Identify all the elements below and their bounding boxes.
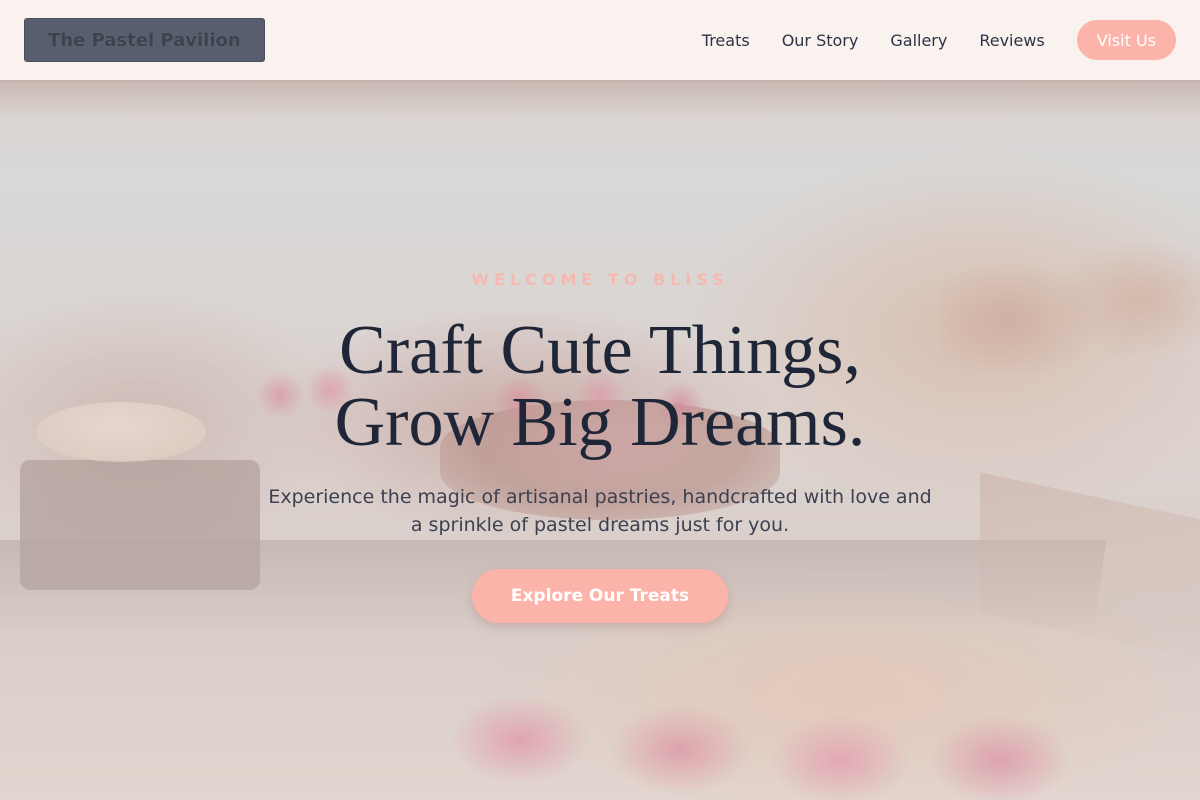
nav-link-reviews[interactable]: Reviews: [979, 31, 1044, 50]
visit-us-button[interactable]: Visit Us: [1076, 20, 1176, 60]
hero-section: WELCOME TO BLISS Craft Cute Things, Grow…: [0, 270, 1200, 623]
nav-link-treats[interactable]: Treats: [702, 31, 750, 50]
nav-link-gallery[interactable]: Gallery: [890, 31, 947, 50]
hero-headline: Craft Cute Things, Grow Big Dreams.: [0, 315, 1200, 459]
site-logo[interactable]: The Pastel Pavilion: [24, 18, 265, 62]
hero-eyebrow: WELCOME TO BLISS: [471, 270, 729, 289]
hero-headline-line-1: Craft Cute Things,: [339, 312, 861, 389]
logo-text: The Pastel Pavilion: [48, 29, 241, 51]
main-nav: Treats Our Story Gallery Reviews Visit U…: [702, 20, 1176, 60]
explore-treats-button[interactable]: Explore Our Treats: [471, 569, 729, 623]
navbar: The Pastel Pavilion Treats Our Story Gal…: [0, 0, 1200, 80]
nav-link-our-story[interactable]: Our Story: [782, 31, 859, 50]
hero-headline-line-2: Grow Big Dreams.: [334, 384, 866, 461]
hero-subtext: Experience the magic of artisanal pastri…: [268, 486, 932, 536]
